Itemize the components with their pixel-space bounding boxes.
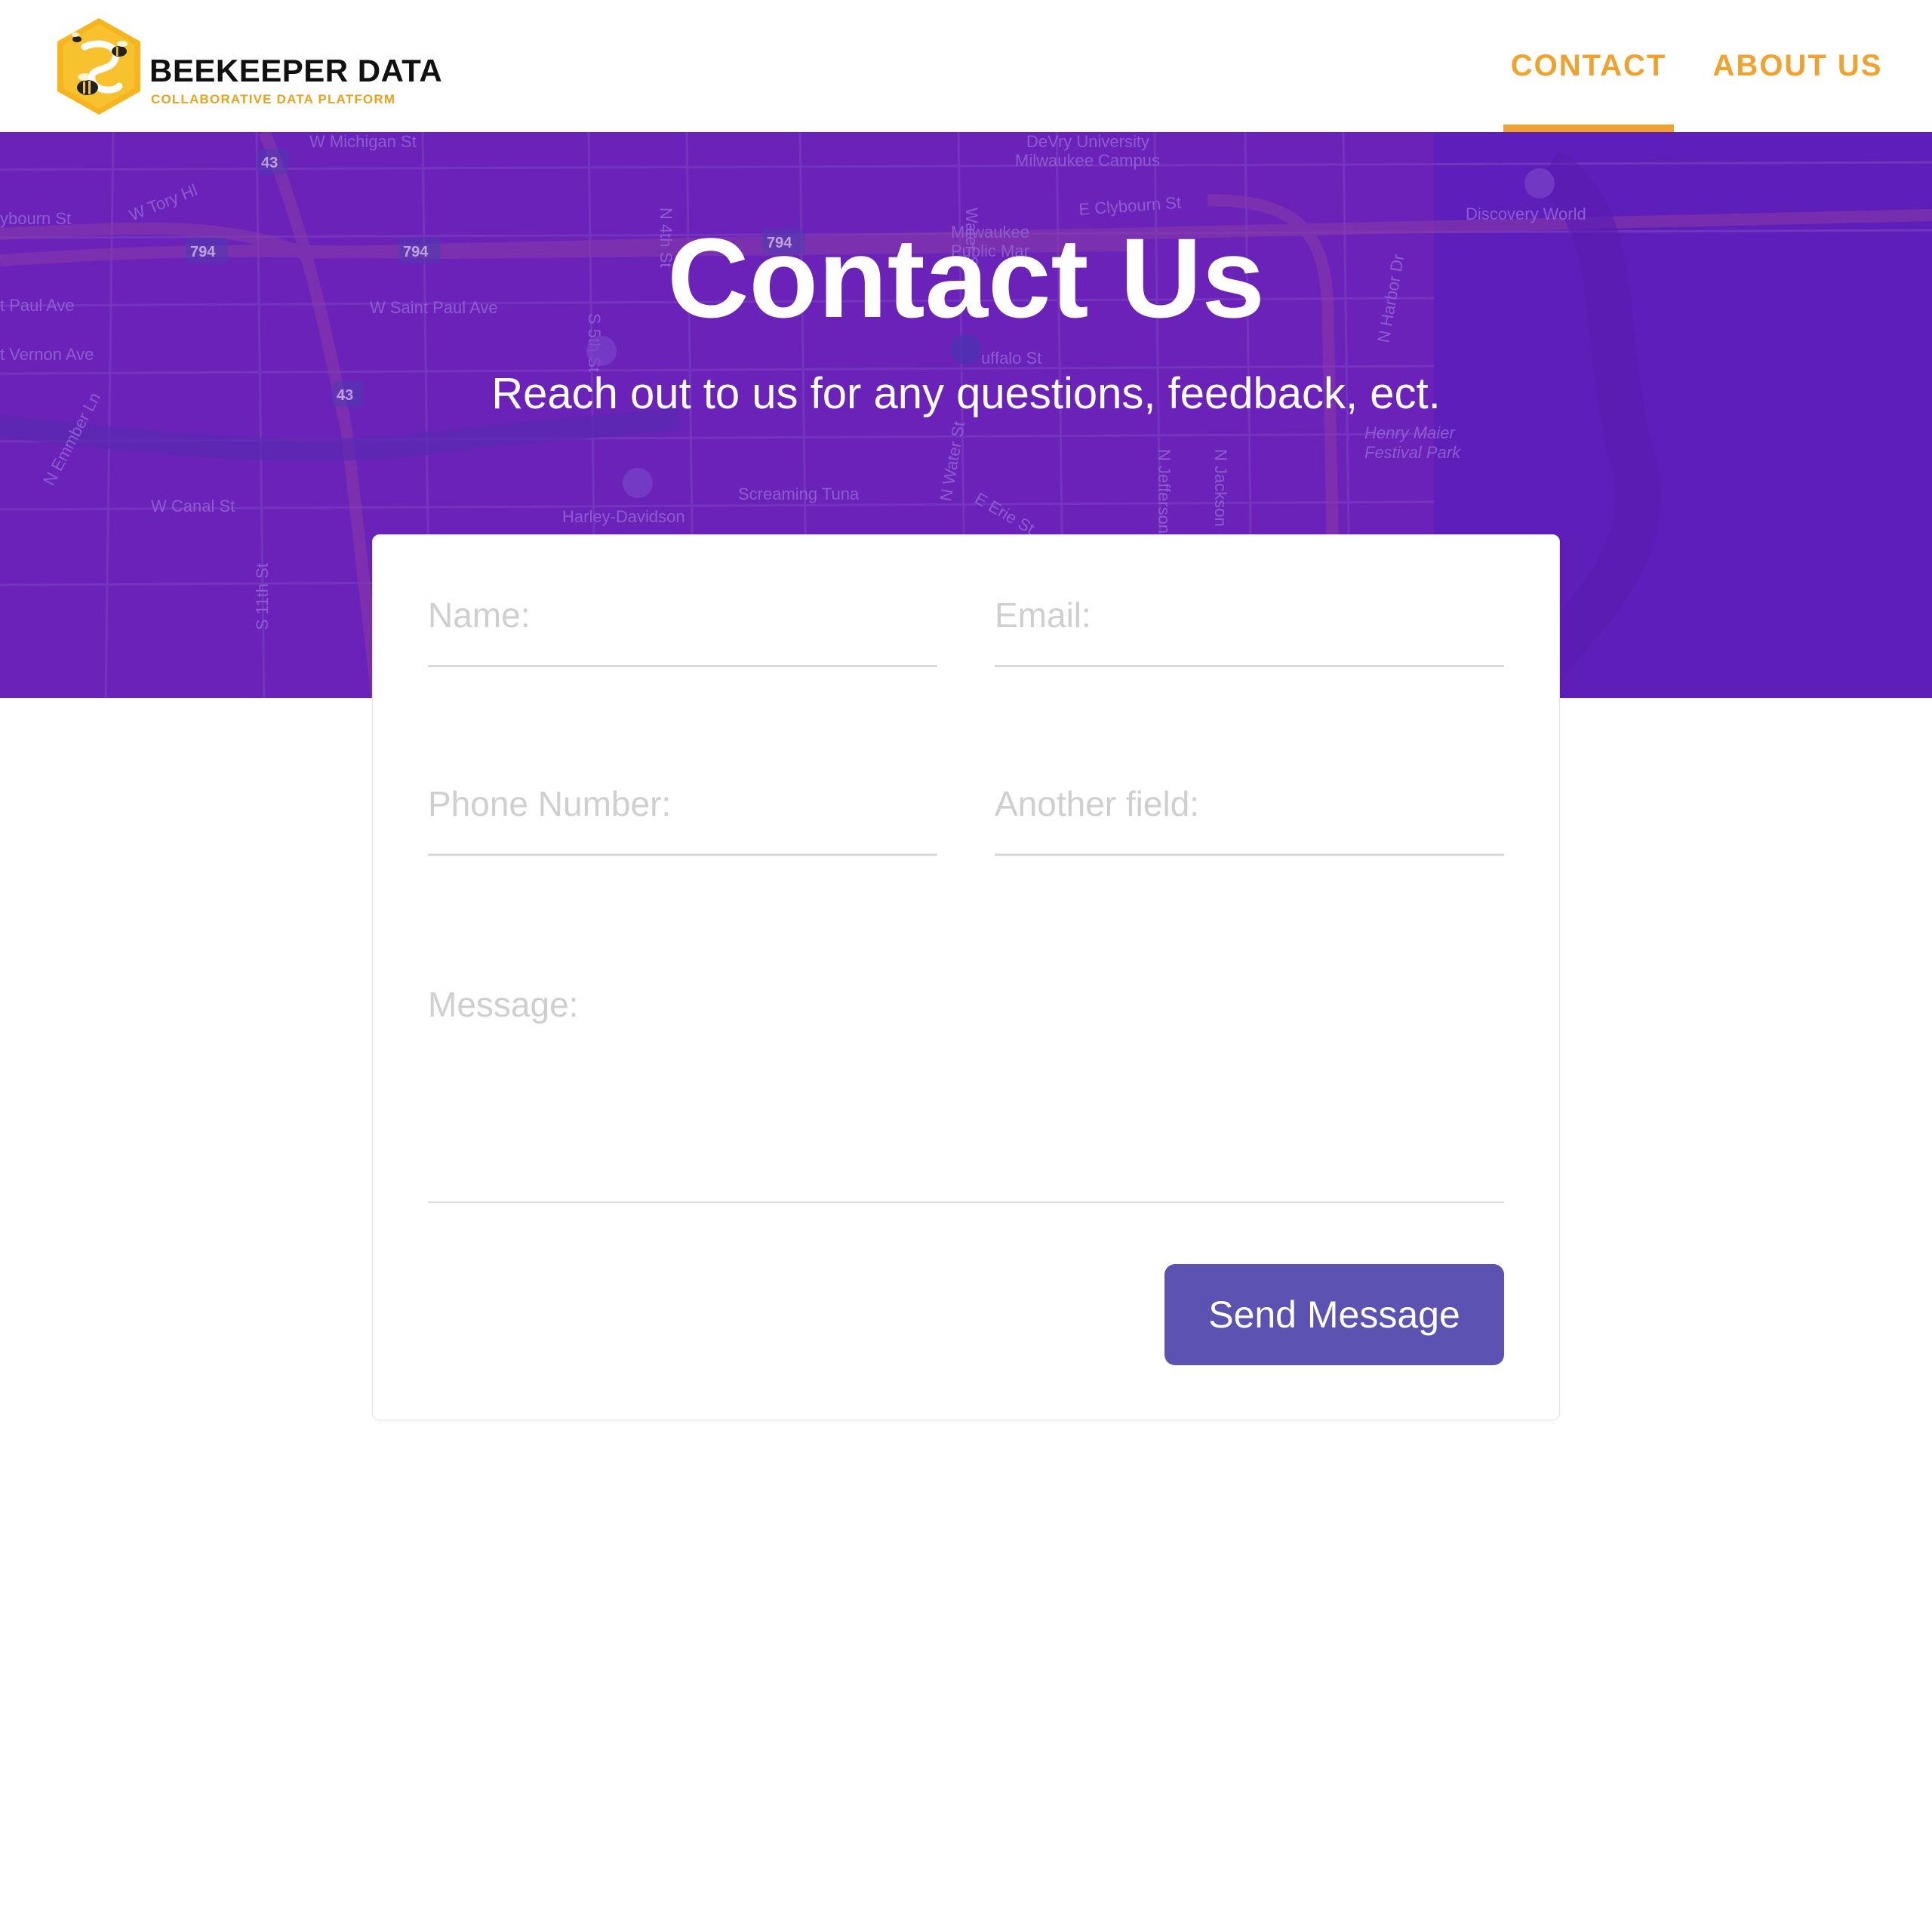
bee-hexagon-icon: [57, 18, 140, 115]
nav-about-us[interactable]: ABOUT US: [1707, 0, 1888, 132]
email-field[interactable]: [995, 565, 1504, 667]
svg-text:DeVry University: DeVry University: [1026, 132, 1149, 151]
name-field[interactable]: [428, 565, 937, 667]
svg-text:Henry Maier: Henry Maier: [1364, 423, 1456, 442]
svg-text:N Jefferson: N Jefferson: [1155, 449, 1174, 534]
svg-text:uffalo St: uffalo St: [981, 349, 1041, 368]
page-title: Contact Us: [667, 214, 1265, 341]
svg-text:N Jackson: N Jackson: [1211, 449, 1230, 527]
svg-text:W Michigan St: W Michigan St: [309, 132, 417, 151]
page-subtitle: Reach out to us for any questions, feedb…: [491, 369, 1441, 418]
svg-text:W Canal St: W Canal St: [151, 497, 235, 515]
active-nav-indicator: [1503, 125, 1674, 132]
svg-text:Milwaukee Campus: Milwaukee Campus: [1015, 151, 1160, 170]
brand-name: BEEKEEPER DATA: [149, 53, 443, 88]
message-field[interactable]: [428, 946, 1504, 1203]
svg-text:Screaming Tuna: Screaming Tuna: [738, 485, 860, 503]
svg-text:Festival Park: Festival Park: [1364, 443, 1461, 462]
site-header: BEEKEEPER DATA COLLABORATIVE DATA PLATFO…: [0, 0, 1932, 132]
svg-text:Harley-Davidson: Harley-Davidson: [562, 507, 685, 526]
phone-number-field[interactable]: [428, 754, 937, 856]
send-message-button[interactable]: Send Message: [1164, 1264, 1504, 1365]
svg-text:S 11th St: S 11th St: [253, 563, 272, 630]
brand-tagline: COLLABORATIVE DATA PLATFORM: [151, 92, 396, 106]
svg-text:43: 43: [261, 155, 278, 171]
contact-form-card: Send Message: [372, 534, 1560, 1420]
svg-text:t Vernon Ave: t Vernon Ave: [0, 345, 94, 364]
another-field[interactable]: [995, 754, 1504, 856]
nav-contact[interactable]: CONTACT: [1503, 0, 1674, 132]
brand-logo[interactable]: BEEKEEPER DATA COLLABORATIVE DATA PLATFO…: [54, 17, 477, 116]
